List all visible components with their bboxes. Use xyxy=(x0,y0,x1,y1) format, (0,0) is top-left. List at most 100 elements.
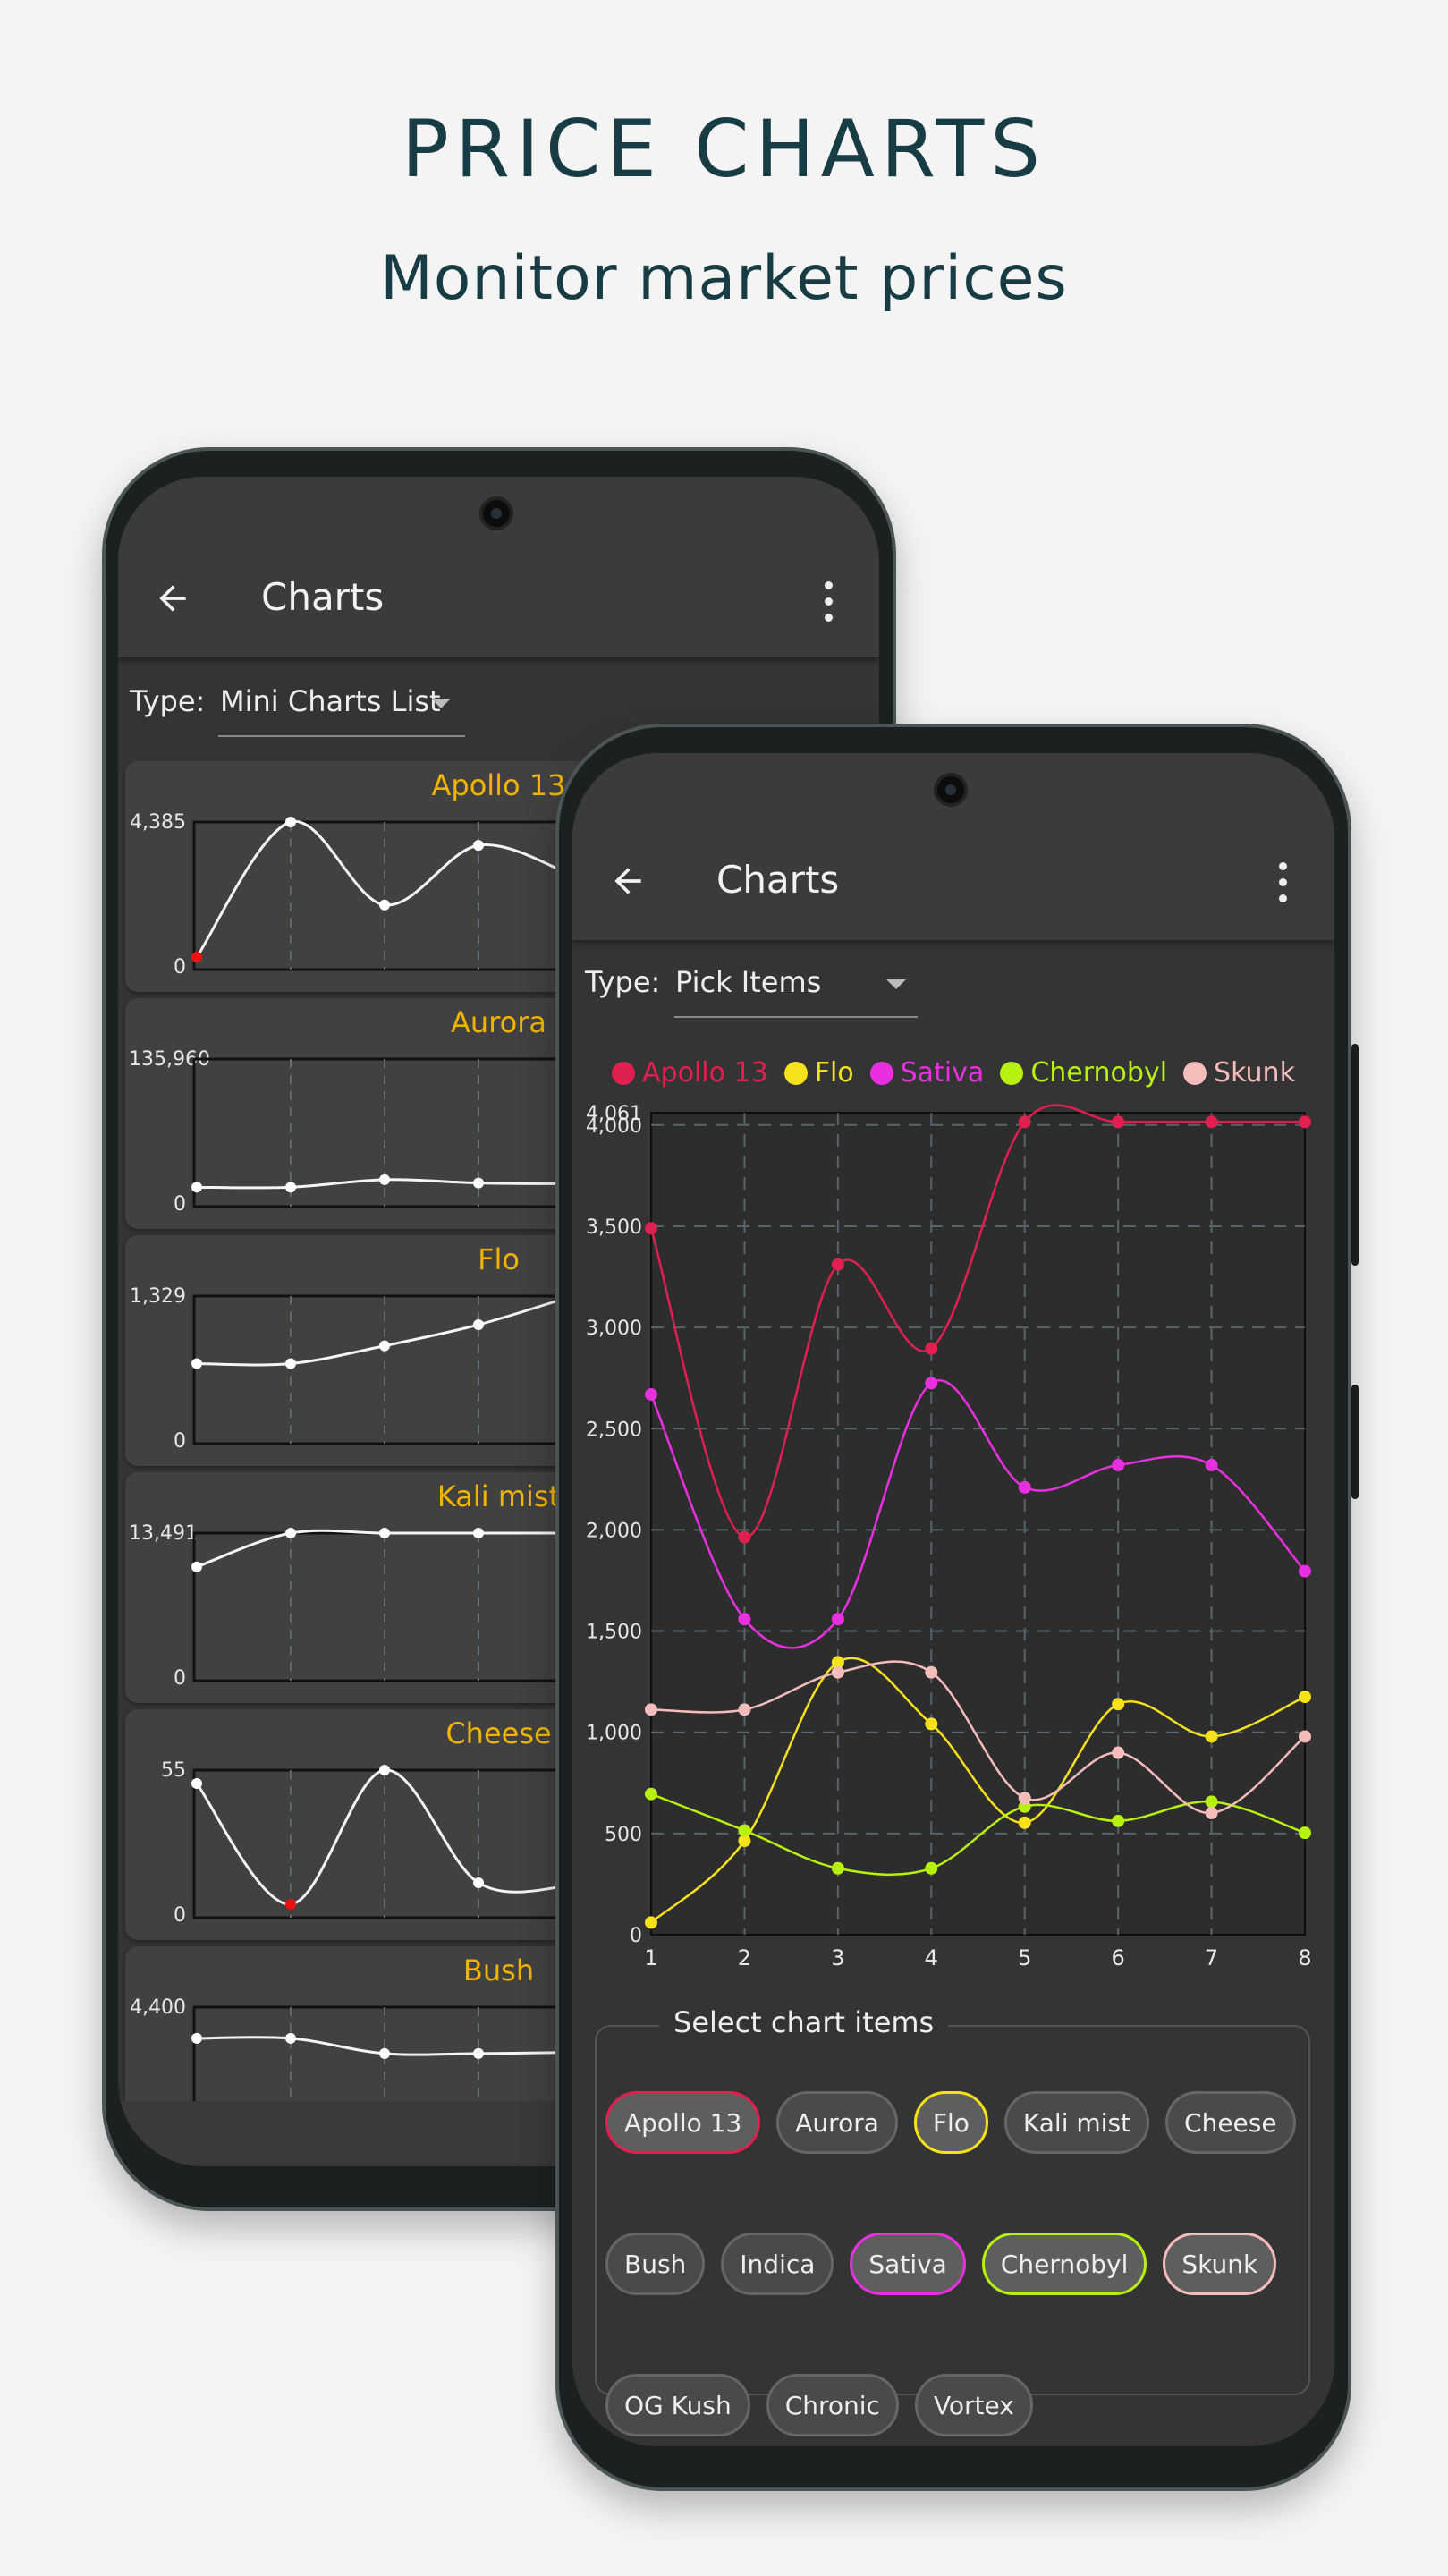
more-options-icon[interactable] xyxy=(1279,862,1288,903)
x-tick-label: 4 xyxy=(925,1945,938,1970)
mini-chart-point xyxy=(379,2047,390,2059)
mini-chart-point xyxy=(379,899,390,911)
y-tick-label: 2,000 xyxy=(586,1520,642,1542)
mini-chart-point xyxy=(473,840,484,852)
mini-chart-point xyxy=(191,1182,202,1193)
data-point xyxy=(1018,1480,1031,1494)
app-bar: Charts xyxy=(572,753,1334,940)
mini-chart-point xyxy=(379,1765,390,1775)
chip-flo[interactable]: Flo xyxy=(913,2091,988,2154)
mini-chart-point xyxy=(473,1177,484,1189)
dropdown-arrow-icon[interactable] xyxy=(431,699,451,708)
back-arrow-icon[interactable] xyxy=(608,861,648,901)
camera-icon xyxy=(934,773,968,807)
chip-kali-mist[interactable]: Kali mist xyxy=(1003,2091,1150,2154)
more-options-icon[interactable] xyxy=(825,581,834,623)
promo-subtitle: Monitor market prices xyxy=(380,243,1068,314)
data-point xyxy=(831,1665,844,1679)
chip-sativa[interactable]: Sativa xyxy=(850,2233,966,2295)
mini-chart-point xyxy=(285,2032,296,2044)
data-point xyxy=(738,1824,751,1837)
mini-chart-point xyxy=(473,2047,484,2059)
select-chart-items-label: Select chart items xyxy=(659,2005,949,2039)
chip-vortex[interactable]: Vortex xyxy=(914,2374,1033,2436)
data-point xyxy=(1112,1115,1125,1129)
volume-button xyxy=(1351,1044,1359,1266)
y-tick-label: 500 xyxy=(605,1824,642,1846)
camera-icon xyxy=(479,496,513,530)
app-bar: Charts xyxy=(118,477,879,657)
data-point xyxy=(1018,1792,1031,1805)
mini-chart-point xyxy=(191,2032,202,2044)
y-tick-label: 0 xyxy=(630,1925,642,1947)
data-point xyxy=(1299,1826,1311,1840)
dropdown-arrow-icon[interactable] xyxy=(886,979,906,989)
type-label: Type: xyxy=(130,684,206,718)
mini-chart-point xyxy=(379,1340,390,1352)
chip-chernobyl[interactable]: Chernobyl xyxy=(981,2233,1147,2295)
back-arrow-icon[interactable] xyxy=(153,579,192,618)
chip-aurora[interactable]: Aurora xyxy=(776,2091,898,2154)
x-tick-label: 3 xyxy=(831,1945,844,1970)
data-point xyxy=(1299,1690,1311,1704)
data-point xyxy=(738,1613,751,1626)
y-tick-label: 1,000 xyxy=(586,1723,642,1745)
x-tick-label: 2 xyxy=(738,1945,751,1970)
data-point xyxy=(1018,1115,1031,1129)
mini-chart-point xyxy=(191,1358,202,1369)
mini-chart-point xyxy=(379,1174,390,1185)
chip-bush[interactable]: Bush xyxy=(605,2233,706,2295)
chip-cheese[interactable]: Cheese xyxy=(1165,2091,1296,2154)
data-point xyxy=(645,1388,657,1402)
data-point xyxy=(1299,1730,1311,1743)
y-tick-label: 2,500 xyxy=(586,1419,642,1441)
data-point xyxy=(738,1703,751,1716)
price-line-chart: 05001,0001,5002,0002,5003,0003,5004,0004… xyxy=(586,1103,1312,1970)
x-tick-label: 8 xyxy=(1298,1945,1311,1970)
data-point xyxy=(1205,1795,1218,1809)
chip-apollo-13[interactable]: Apollo 13 xyxy=(605,2091,761,2154)
x-tick-label: 7 xyxy=(1205,1945,1218,1970)
data-point xyxy=(738,1530,751,1544)
chip-chronic[interactable]: Chronic xyxy=(766,2374,899,2436)
data-point xyxy=(645,1787,657,1801)
data-point xyxy=(831,1861,844,1875)
mini-chart-point xyxy=(285,1528,296,1538)
data-point xyxy=(1112,1458,1125,1471)
data-point xyxy=(1205,1730,1218,1743)
x-tick-label: 1 xyxy=(644,1945,657,1970)
data-point xyxy=(1205,1458,1218,1471)
data-point xyxy=(925,1665,938,1679)
data-point xyxy=(1112,1746,1125,1759)
mini-chart-point xyxy=(285,1358,296,1369)
x-tick-label: 6 xyxy=(1112,1945,1125,1970)
data-point xyxy=(1112,1698,1125,1711)
data-point xyxy=(925,1342,938,1355)
type-dropdown[interactable]: Pick Items xyxy=(675,965,821,999)
chip-group: Apollo 13 Aurora Flo Kali mist Cheese Bush Ind… xyxy=(605,2091,1303,2436)
mini-chart-point xyxy=(285,1182,296,1193)
data-point xyxy=(645,1703,657,1716)
select-chart-items-group: Select chart items Apollo 13 Aurora Flo Kal… xyxy=(595,2005,1310,2436)
mini-chart-point xyxy=(191,952,202,963)
data-point xyxy=(1018,1816,1031,1829)
data-point xyxy=(831,1258,844,1271)
data-point xyxy=(925,1861,938,1875)
y-tick-label: 1,500 xyxy=(586,1622,642,1644)
app-title: Charts xyxy=(716,858,840,902)
chip-skunk[interactable]: Skunk xyxy=(1163,2233,1277,2295)
chip-indica[interactable]: Indica xyxy=(721,2233,834,2295)
type-dropdown[interactable]: Mini Charts List xyxy=(220,684,441,718)
data-point xyxy=(645,1916,657,1929)
x-tick-label: 5 xyxy=(1018,1945,1031,1970)
data-point xyxy=(645,1222,657,1235)
type-label: Type: xyxy=(585,965,661,999)
data-point xyxy=(1299,1564,1311,1578)
data-point xyxy=(1205,1115,1218,1129)
data-point xyxy=(1112,1814,1125,1827)
mini-chart-point xyxy=(473,1319,484,1331)
mini-chart-point xyxy=(191,1778,202,1789)
data-point xyxy=(925,1377,938,1390)
chip-og-kush[interactable]: OG Kush xyxy=(605,2374,750,2436)
mini-chart-point xyxy=(285,817,296,827)
